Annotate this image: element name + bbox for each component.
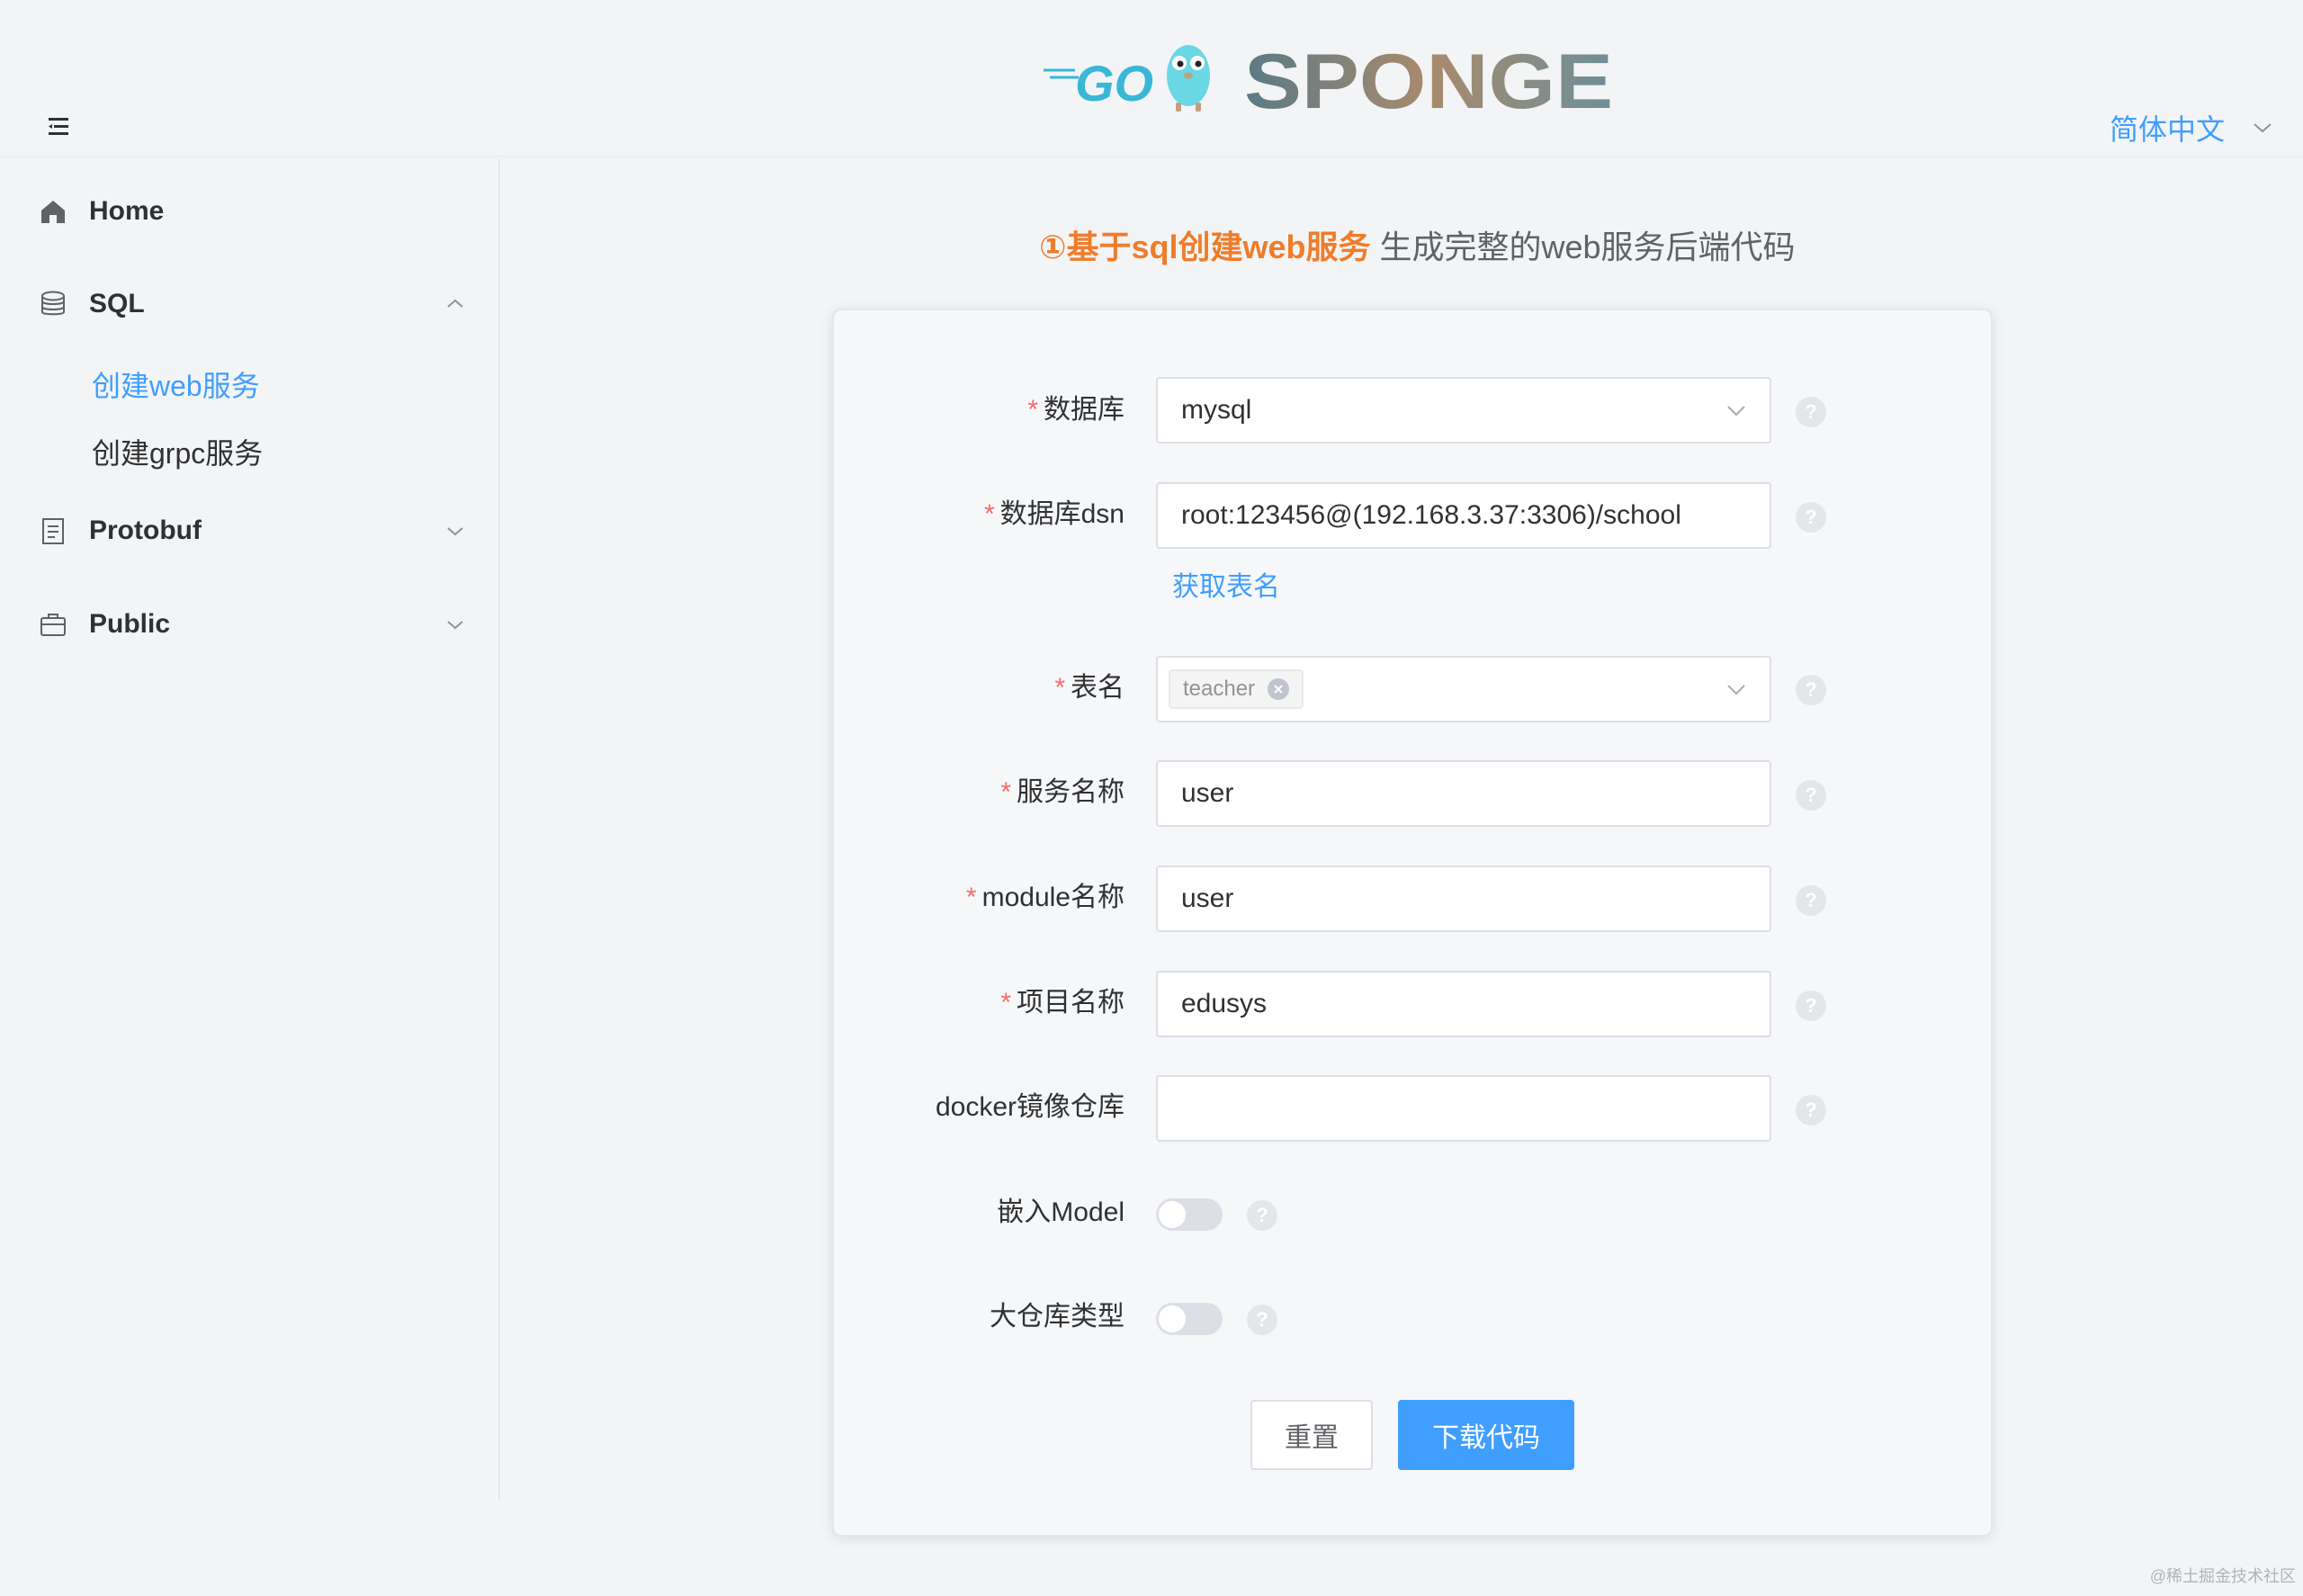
required-mark: *	[1000, 777, 1011, 807]
help-icon[interactable]: ?	[1247, 1305, 1277, 1335]
module-name-value: user	[1181, 883, 1234, 913]
module-name-label: * module名称	[965, 883, 1125, 912]
briefcase-icon	[40, 614, 66, 636]
sidebar-item-sql[interactable]: SQL	[0, 268, 498, 340]
help-icon[interactable]: ?	[1796, 1095, 1826, 1125]
database-label: * 数据库	[1027, 395, 1125, 425]
project-name-value: edusys	[1181, 989, 1268, 1018]
help-icon[interactable]: ?	[1796, 502, 1826, 533]
document-icon	[42, 518, 64, 544]
top-header: GO SPONGE 简体中文	[0, 0, 2303, 157]
sidebar-subitem-label: 创建web服务	[92, 370, 260, 402]
language-label[interactable]: 简体中文	[2110, 107, 2225, 148]
tables-select[interactable]: teacher	[1156, 656, 1771, 722]
embed-model-label: 嵌入Model	[997, 1197, 1125, 1227]
table-tag: teacher	[1169, 669, 1304, 709]
fetch-tables-button[interactable]: 获取表名	[1172, 562, 1280, 613]
help-icon[interactable]: ?	[1796, 885, 1826, 916]
chevron-down-icon	[1727, 406, 1745, 417]
large-repo-label: 大仓库类型	[990, 1302, 1125, 1331]
required-mark: *	[983, 499, 995, 529]
dsn-input[interactable]: root:123456@(192.168.3.37:3306)/school	[1156, 482, 1771, 549]
sidebar-item-label: Home	[89, 196, 165, 226]
required-mark: *	[1027, 395, 1038, 425]
sidebar: Home SQL 创建web服务 创建grpc服务 Protobuf Publi…	[0, 159, 500, 1500]
service-name-label: * 服务名称	[1000, 777, 1125, 807]
help-icon[interactable]: ?	[1796, 991, 1826, 1021]
home-icon	[41, 201, 65, 223]
dsn-label: * 数据库dsn	[983, 499, 1125, 529]
help-icon[interactable]: ?	[1247, 1200, 1277, 1231]
watermark: @稀土掘金技术社区	[2149, 1567, 2296, 1585]
project-name-input[interactable]: edusys	[1156, 971, 1771, 1037]
database-value: mysql	[1181, 395, 1252, 425]
help-icon[interactable]: ?	[1796, 780, 1826, 811]
sidebar-item-public[interactable]: Public	[0, 588, 498, 660]
download-code-button[interactable]: 下载代码	[1398, 1400, 1574, 1470]
sidebar-subitem-label: 创建grpc服务	[92, 437, 264, 470]
menu-collapse-icon[interactable]	[45, 115, 72, 139]
docker-repo-label: docker镜像仓库	[935, 1092, 1125, 1122]
required-mark: *	[1000, 988, 1011, 1018]
required-mark: *	[1054, 673, 1065, 703]
chevron-up-icon	[447, 299, 463, 308]
embed-model-switch[interactable]	[1156, 1198, 1223, 1231]
module-name-input[interactable]: user	[1156, 865, 1771, 932]
chevron-down-icon	[447, 621, 463, 630]
sidebar-item-label: Protobuf	[89, 516, 202, 545]
project-name-label: * 项目名称	[1000, 988, 1125, 1018]
page-title: ①基于sql创建web服务 生成完整的web服务后端代码	[1039, 220, 1796, 274]
database-select[interactable]: mysql	[1156, 377, 1771, 444]
dsn-value: root:123456@(192.168.3.37:3306)/school	[1181, 500, 1681, 530]
sponge-logo: GO SPONGE	[1044, 39, 1613, 122]
help-icon[interactable]: ?	[1796, 675, 1826, 705]
chevron-down-icon	[2254, 123, 2272, 133]
chevron-down-icon	[447, 527, 463, 536]
close-icon[interactable]	[1268, 678, 1290, 700]
service-name-value: user	[1181, 778, 1234, 808]
svg-text:SPONGE: SPONGE	[1244, 39, 1613, 122]
sidebar-subitem-create-web[interactable]: 创建web服务	[0, 352, 498, 417]
required-mark: *	[965, 883, 977, 912]
sidebar-item-label: SQL	[89, 289, 145, 318]
database-icon	[41, 291, 65, 316]
tables-label: * 表名	[1054, 673, 1125, 703]
sidebar-item-protobuf[interactable]: Protobuf	[0, 495, 498, 567]
page-title-emphasis: ①基于sql创建web服务	[1039, 229, 1371, 265]
reset-button[interactable]: 重置	[1250, 1400, 1373, 1470]
switch-knob	[1159, 1201, 1186, 1228]
large-repo-switch[interactable]	[1156, 1303, 1223, 1335]
svg-text:GO: GO	[1075, 55, 1153, 112]
table-tag-label: teacher	[1183, 677, 1256, 701]
chevron-down-icon	[1727, 685, 1745, 695]
docker-repo-input[interactable]	[1156, 1075, 1771, 1142]
sidebar-item-home[interactable]: Home	[0, 175, 498, 247]
language-select[interactable]: 简体中文	[2110, 106, 2273, 149]
service-name-input[interactable]: user	[1156, 760, 1771, 827]
page-title-description: 生成完整的web服务后端代码	[1370, 229, 1796, 265]
help-icon[interactable]: ?	[1796, 397, 1826, 427]
sidebar-subitem-create-grpc[interactable]: 创建grpc服务	[0, 419, 498, 484]
switch-knob	[1159, 1305, 1186, 1332]
sidebar-item-label: Public	[89, 609, 171, 639]
